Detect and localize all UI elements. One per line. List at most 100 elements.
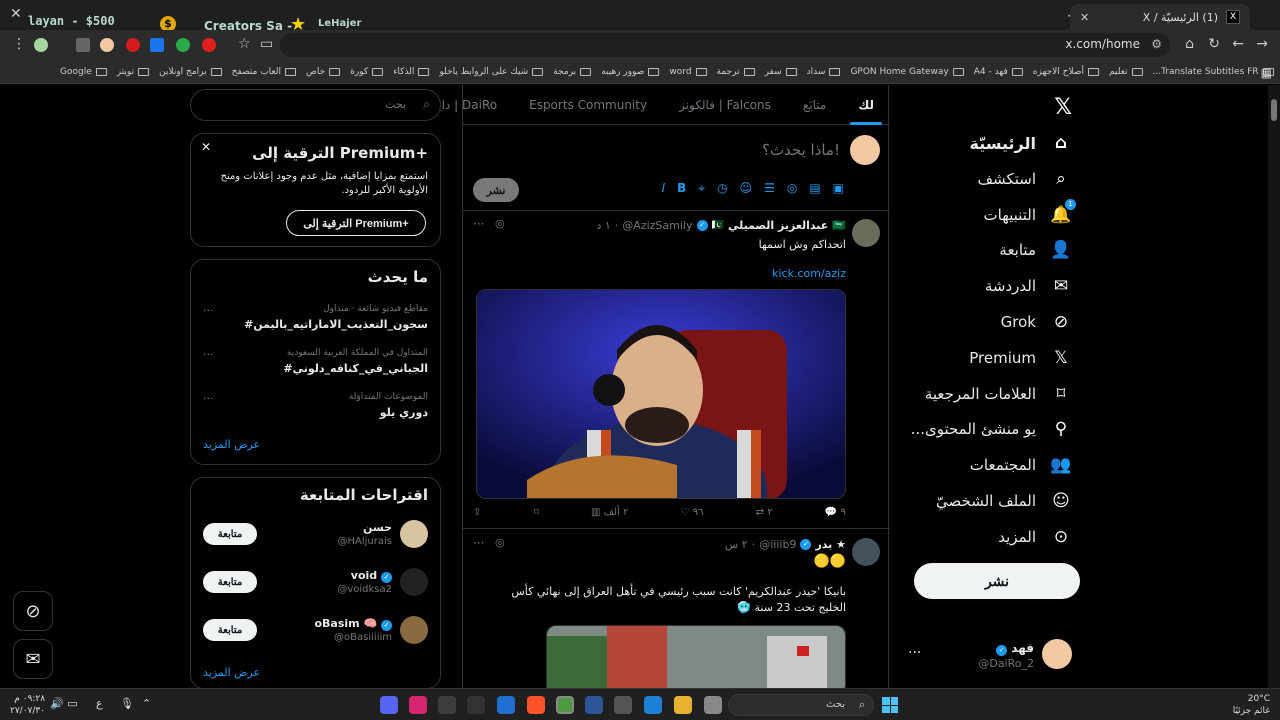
views-button[interactable]: ▥ ٢ ألف [591,507,628,518]
avatar[interactable] [852,219,880,247]
reload-icon[interactable]: ↻ [1208,36,1220,52]
follow-show-more-link[interactable]: عرض المزيد [203,666,440,679]
repost-button[interactable]: ⇄ ٢ [756,507,773,518]
bookmark-item[interactable]: سفر [765,67,797,77]
upgrade-button[interactable]: الترقية إلى Premium+ [286,210,426,236]
outlook-icon[interactable] [497,696,515,714]
tweet-author-name[interactable]: بدر ★ [815,538,846,551]
tab-following[interactable]: متابَع [787,85,842,125]
more-dots-icon[interactable]: ··· [203,304,214,317]
nav-item-mail[interactable]: ✉ الدردشة [985,276,1072,296]
chrome-icon[interactable] [556,696,574,714]
trend-item[interactable]: المتداول في المملكة العربية السعودية #ال… [203,348,428,388]
bookmark-item[interactable]: برامج اونلاين [159,67,222,77]
task-view-icon[interactable] [704,696,722,714]
nav-item-creator[interactable]: ⚲ ...يو منشئ المحتوى [911,419,1072,439]
composer-input[interactable]: ماذا يحدث؟! [762,141,840,159]
nav-item-more[interactable]: ⊙ المزيد [998,527,1072,547]
edge-icon[interactable] [644,696,662,714]
tweet-media[interactable] [476,289,846,499]
more-dots-icon[interactable]: ··· [908,645,921,661]
browser-tab-x[interactable]: X (1) الرئيسيّة / X ✕ [1070,4,1250,30]
account-switcher[interactable]: ✓ فهد @DaiRo_2 ··· [900,635,1080,675]
instagram-icon[interactable] [409,696,427,714]
close-icon[interactable]: ✕ [201,140,211,154]
bookmark-item[interactable]: برمجة [553,67,592,77]
bookmark-item[interactable]: كورة [350,67,384,77]
chevron-up-icon[interactable]: ⌃ [142,697,151,710]
bookmark-item[interactable]: شيك على الروابط ياخلو [439,67,544,77]
nav-item-search[interactable]: ⌕ استكشف [978,169,1072,189]
grok-icon[interactable]: ⊘ [13,591,53,631]
nav-item-communities[interactable]: 👥 المجتمعات [970,455,1072,475]
extension-icon-3[interactable] [100,38,114,52]
location-icon[interactable]: ⌖ [698,181,705,196]
bookmark-item[interactable]: Google [60,67,107,77]
nav-item-bell[interactable]: 🔔 1 التنبيهات [984,198,1076,225]
avatar[interactable] [400,520,428,548]
bookmark-item[interactable]: الذكاء [393,67,430,77]
clock[interactable]: ٠٩:٢٨ م ٢٧/٠٧/٣٠ [10,693,45,717]
follow-suggestion[interactable]: void ✓ @voidksa2 متابعة [203,568,428,604]
bookmarks-overflow-icon[interactable]: ▦ [1261,66,1272,80]
tweet-time[interactable]: ٢ س [725,538,748,551]
tweet-author-name[interactable]: عبدالعزيز الصميلي [728,219,828,232]
discord-icon[interactable] [380,696,398,714]
nav-item-profile[interactable]: ☺ الملف الشخصيّ [936,491,1072,511]
nav-item-x[interactable]: 𝕏 Premium [969,348,1072,368]
bookmark-item[interactable]: تويتر [117,67,150,77]
bookmark-item[interactable]: العاب متصفح [232,67,297,77]
nav-item-bookmark[interactable]: ⌑ العلامات المرجعية [925,384,1072,404]
schedule-icon[interactable]: ◷ [717,181,727,196]
bookmark-item[interactable]: أصلاح الاجهزه [1033,67,1099,77]
home-icon-browser[interactable]: ⌂ [1185,36,1194,52]
grok-icon[interactable]: ◎ [495,536,505,549]
follow-suggestion[interactable]: حسن @HAljurais متابعة [203,520,428,556]
share-icon[interactable]: ⇪ [473,507,481,518]
extension-icon-7[interactable] [202,38,216,52]
weather-widget[interactable]: 20°C غائم جزئيًا [1233,693,1270,717]
forward-icon[interactable]: ← [1232,36,1244,52]
follow-suggestion[interactable]: oBasim 🧠 ✓ @oBasiiiiim متابعة [203,616,428,652]
tweet-handle[interactable]: @iiiib9 [759,538,796,551]
back-icon[interactable]: → [1256,36,1268,52]
bookmark-item[interactable]: تعليم [1109,67,1143,77]
bookmark-icon[interactable]: ⌑ [534,507,539,518]
nav-item-home[interactable]: ⌂ الرئيسيّة [970,133,1073,153]
extension-icon-1[interactable] [34,38,48,52]
extension-icon-2[interactable] [76,38,90,52]
extension-icon-5[interactable] [150,38,164,52]
windows-start-icon[interactable] [882,697,898,713]
bookmark-item[interactable]: سداد [807,67,841,77]
volume-network-icons[interactable]: 🔊 ▭ [50,697,78,710]
bookmark-star-icon[interactable]: ☆ [238,36,251,52]
tweet-handle[interactable]: @AzizSamily [622,219,692,232]
scrollbar-thumb[interactable] [1271,99,1277,121]
tweet-time[interactable]: ١ د [596,219,610,232]
tweet-media[interactable] [546,625,846,688]
bookmark-item[interactable]: GPON Home Gateway [850,67,964,77]
microphone-icon[interactable]: 🎙 [120,697,134,710]
bold-icon[interactable]: B [677,181,686,196]
grok-icon[interactable]: ◎ [787,181,797,196]
avatar[interactable] [400,568,428,596]
page-scrollbar[interactable] [1268,85,1280,688]
bookmark-item[interactable]: word [669,67,707,77]
tweet[interactable]: بدر ★ ✓ @iiiib9 · ٢ س ··· ◎ 🟡🟡 بانيكا 'ح… [463,530,890,688]
emoji-icon[interactable]: ☺ [740,181,753,196]
tab-falcons[interactable]: فالكونز | Falcons [663,85,787,125]
extension-icon-4[interactable] [126,38,140,52]
italic-icon[interactable]: I [662,181,666,196]
bookmark-item[interactable]: صوور رهيبه [601,67,660,77]
more-dots-icon[interactable]: ··· [203,392,214,405]
close-window-icon[interactable]: ✕ [10,6,22,22]
trend-item[interactable]: مقاطع فيديو شائعة · متداول #سجون_التعذيب… [203,304,428,344]
tab-for-you[interactable]: لك [842,85,890,125]
avatar[interactable] [852,538,880,566]
trend-item[interactable]: الموضوعات المتداوَلة دوري يلو ··· [203,392,428,432]
tweet[interactable]: 🇸🇦 عبدالعزيز الصميلي 🇵🇰 ✓ @AzizSamily · … [463,211,890,529]
post-button[interactable]: نشر [914,563,1080,599]
grok-icon[interactable]: ◎ [495,217,505,230]
composer-post-button[interactable]: نشر [473,178,519,202]
gif-icon[interactable]: ▤ [809,181,820,196]
